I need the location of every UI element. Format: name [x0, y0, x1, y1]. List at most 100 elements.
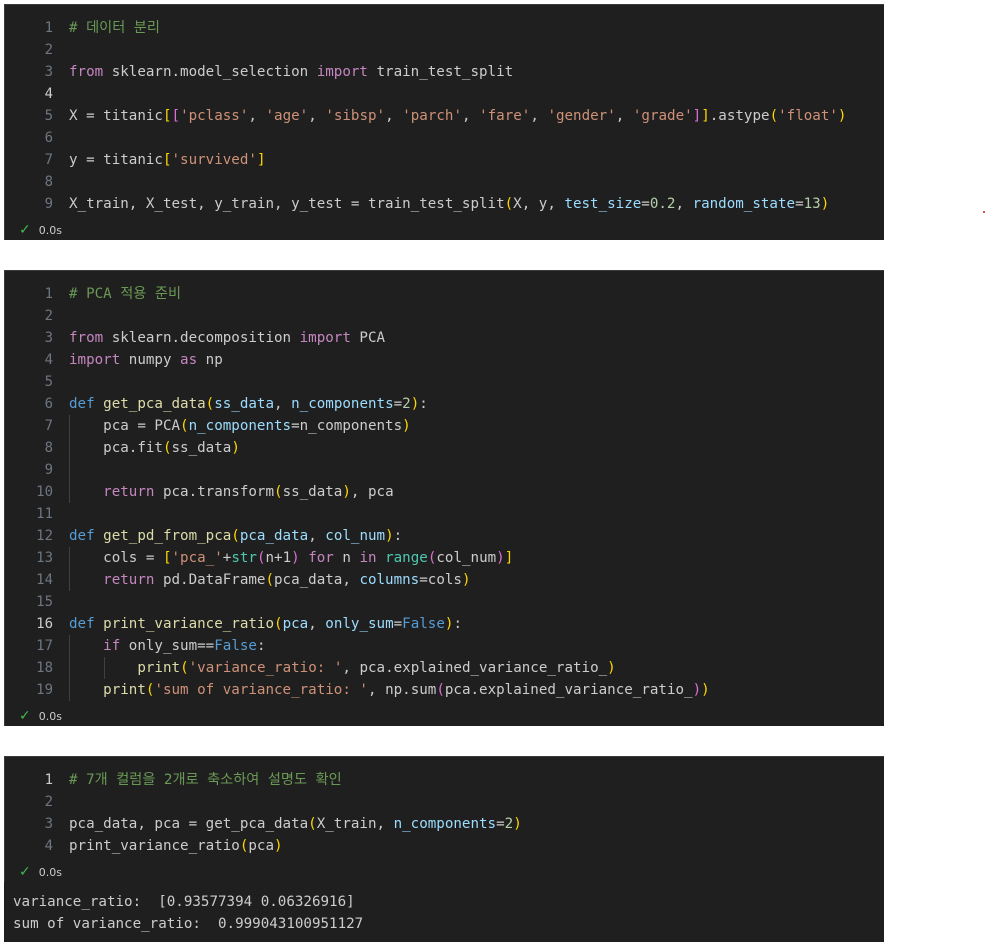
code-line[interactable]: 2	[5, 791, 884, 813]
code-token: range	[385, 550, 428, 566]
code-text[interactable]: y = titanic['survived']	[69, 149, 265, 171]
code-token: get_pca_data	[103, 396, 206, 412]
code-line[interactable]: 15	[5, 591, 884, 613]
code-line[interactable]: 2	[5, 305, 884, 327]
code-token: in	[359, 550, 377, 566]
code-text[interactable]: pca = PCA(n_components=n_components)	[69, 415, 411, 437]
code-token: # 7개 컬럼을 2개로 축소하여 설명도 확인	[69, 772, 342, 788]
code-token: sklearn.model_selection	[103, 64, 317, 80]
code-token: y = titanic	[69, 152, 163, 168]
code-line[interactable]: 14 return pd.DataFrame(pca_data, columns…	[5, 569, 884, 591]
code-line[interactable]: 7 pca = PCA(n_components=n_components)	[5, 415, 884, 437]
code-line[interactable]: 4	[5, 83, 884, 105]
code-line[interactable]: 4 import numpy as np	[5, 349, 884, 371]
code-text[interactable]: print('sum of variance_ratio: ', np.sum(…	[69, 679, 710, 701]
code-text[interactable]: print_variance_ratio(pca)	[69, 835, 283, 857]
cell-status: ✓ 0.0s	[19, 862, 62, 882]
code-text[interactable]: def get_pd_from_pca(pca_data, col_num):	[69, 525, 402, 547]
code-token: [	[162, 152, 172, 168]
code-text[interactable]: if only_sum==False:	[69, 635, 265, 657]
code-line[interactable]: 3 pca_data, pca = get_pca_data(X_train, n…	[5, 813, 884, 835]
code-token: test_size	[564, 196, 642, 212]
code-line[interactable]: 10 return pca.transform(ss_data), pca	[5, 481, 884, 503]
code-text[interactable]: from sklearn.model_selection import trai…	[69, 61, 513, 83]
code-line[interactable]: 18 print('variance_ratio: ', pca.explain…	[5, 657, 884, 679]
code-text[interactable]: print('variance_ratio: ', pca.explained_…	[69, 657, 616, 679]
code-text[interactable]: from sklearn.decomposition import PCA	[69, 327, 385, 349]
line-number: 6	[44, 130, 53, 146]
code-token: ]	[701, 108, 710, 124]
code-line[interactable]: 13 cols = ['pca_'+str(n+1) for n in rang…	[5, 547, 884, 569]
code-token: print_variance_ratio	[103, 616, 275, 632]
code-token: pca_data,	[274, 572, 360, 588]
code-text[interactable]: def print_variance_ratio(pca, only_sum=F…	[69, 613, 462, 635]
code-token: (	[274, 616, 283, 632]
code-token: ]	[692, 108, 702, 124]
code-cell-3[interactable]: 1 # 7개 컬럼을 2개로 축소하여 설명도 확인 2 3 pca_data, pca…	[4, 756, 884, 882]
line-number: 17	[36, 638, 53, 654]
code-token: ]	[256, 152, 266, 168]
code-line[interactable]: 19 print ('sum of variance_ratio: ', np.s…	[5, 679, 884, 701]
code-line[interactable]: 6	[5, 127, 884, 149]
code-line[interactable]: 6 def get_pca_data(ss_data, n_components=…	[5, 393, 884, 415]
code-token: ,	[248, 108, 266, 124]
code-token: get_pd_from_pca	[103, 528, 232, 544]
code-token: pca = PCA	[69, 418, 181, 434]
code-line[interactable]: 1 # PCA 적용 준비	[5, 283, 884, 305]
code-line[interactable]: 9 X_train, X_test, y_train, y_test = trai…	[5, 193, 884, 215]
code-cell-2[interactable]: 1 # PCA 적용 준비 2 3 from sklearn.decomposition…	[4, 270, 884, 726]
code-text[interactable]: pca_data, pca = get_pca_data(X_train, n_…	[69, 813, 522, 835]
code-line[interactable]: 11	[5, 503, 884, 525]
code-text[interactable]: # 데이터 분리	[69, 17, 160, 39]
code-token: )	[461, 572, 471, 588]
line-number: 18	[36, 660, 53, 676]
code-line[interactable]: 7 y = titanic['survived']	[5, 149, 884, 171]
code-token: pca.transform	[154, 484, 275, 500]
code-line[interactable]: 4 print_variance_ratio(pca)	[5, 835, 884, 857]
code-text[interactable]: pca.fit(ss_data)	[69, 437, 240, 459]
code-token: )	[513, 816, 522, 832]
code-text[interactable]: X = titanic[['pclass', 'age', 'sibsp', '…	[69, 105, 846, 127]
code-token: 'pclass'	[180, 108, 249, 124]
code-line[interactable]: 5 X = titanic[['pclass', 'age', 'sibsp', …	[5, 105, 884, 127]
code-text[interactable]: # 7개 컬럼을 2개로 축소하여 설명도 확인	[69, 769, 342, 791]
code-token: return	[103, 572, 155, 588]
code-line[interactable]: 9	[5, 459, 884, 481]
code-line[interactable]: 3 from sklearn.model_selection import tra…	[5, 61, 884, 83]
code-text[interactable]: import numpy as np	[69, 349, 223, 371]
code-text[interactable]: # PCA 적용 준비	[69, 283, 181, 305]
code-line[interactable]: 12 def get_pd_from_pca(pca_data, col_num)…	[5, 525, 884, 547]
code-text[interactable]: X_train, X_test, y_train, y_test = train…	[69, 193, 829, 215]
code-line[interactable]: 17 if only_sum==False:	[5, 635, 884, 657]
line-number: 19	[36, 682, 53, 698]
code-token: def	[69, 528, 95, 544]
code-token: return	[103, 484, 155, 500]
code-line[interactable]: 8 pca.fit(ss_data)	[5, 437, 884, 459]
code-line[interactable]: 1 # 데이터 분리	[5, 17, 884, 39]
code-token: (	[231, 528, 240, 544]
code-cell-1[interactable]: 1 # 데이터 분리 2 3 from sklearn.model_selection …	[4, 4, 884, 240]
code-token: cols =	[69, 550, 163, 566]
code-token: )	[607, 660, 616, 676]
code-line[interactable]: 5	[5, 371, 884, 393]
code-line[interactable]: 1 # 7개 컬럼을 2개로 축소하여 설명도 확인	[5, 769, 884, 791]
code-text[interactable]: cols = ['pca_'+str(n+1) for n in range(c…	[69, 547, 513, 569]
indent-guide	[104, 657, 105, 679]
code-token: train_test_split	[367, 64, 514, 80]
code-token: 'parch'	[402, 108, 462, 124]
code-line[interactable]: 16 def print_variance_ratio(pca, only_sum…	[5, 613, 884, 635]
code-line[interactable]: 2	[5, 39, 884, 61]
code-line[interactable]: 8	[5, 171, 884, 193]
code-token: )	[231, 440, 240, 456]
code-text[interactable]: def get_pca_data(ss_data, n_components=2…	[69, 393, 428, 415]
code-text[interactable]: return pd.DataFrame(pca_data, columns=co…	[69, 569, 471, 591]
code-text[interactable]: return pca.transform(ss_data), pca	[69, 481, 393, 503]
code-token: (	[162, 440, 172, 456]
code-token: # PCA 적용 준비	[69, 286, 182, 302]
code-line[interactable]: 3 from sklearn.decomposition import PCA	[5, 327, 884, 349]
code-token: for	[308, 550, 334, 566]
line-number: 12	[36, 528, 53, 544]
